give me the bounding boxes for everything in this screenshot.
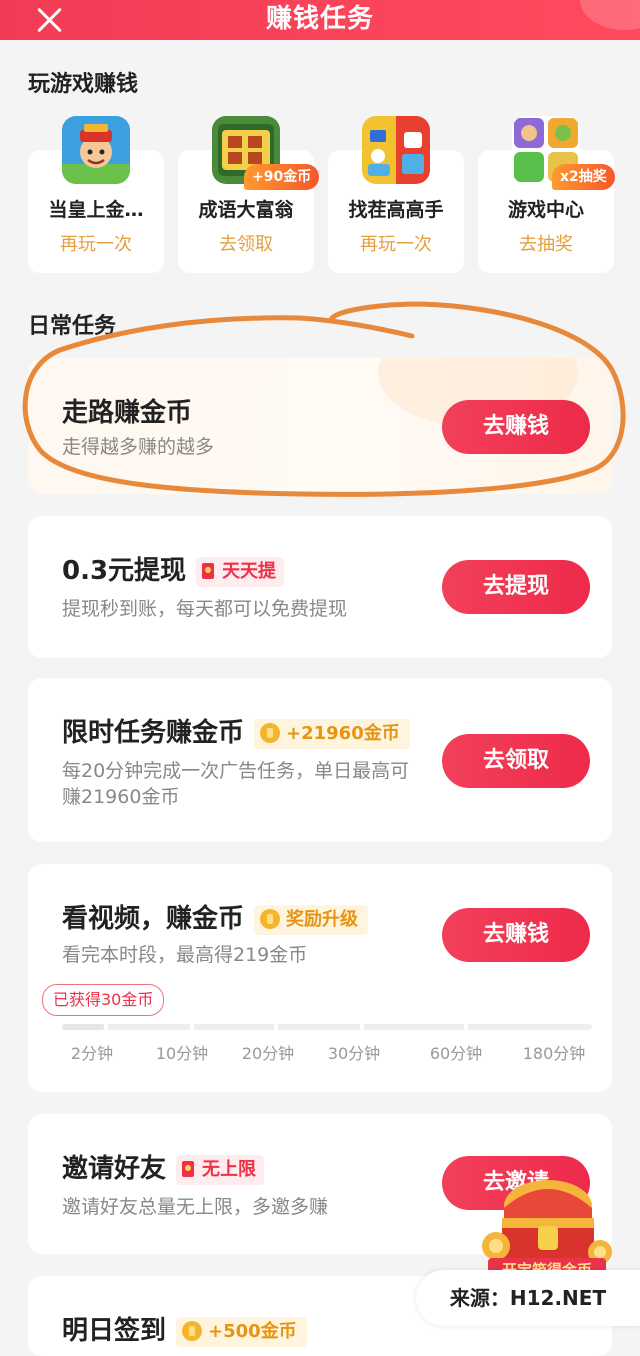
red-envelope-icon: [202, 562, 215, 579]
source-watermark: 来源：H12.NET: [416, 1270, 640, 1326]
task-title: 邀请好友: [62, 1154, 167, 1184]
task-title-row: 0.3元提现 天天提: [62, 550, 285, 587]
claim-button[interactable]: 去领取: [442, 734, 590, 788]
task-card-withdraw: 0.3元提现 天天提 提现秒到账，每天都可以免费提现 去提现: [28, 516, 612, 658]
withdraw-button[interactable]: 去提现: [442, 560, 590, 614]
task-card-video: 看视频，赚金币 奖励升级 看完本时段，最高得219金币 去赚钱 已获得30金币 2…: [28, 864, 612, 1092]
task-desc: 每20分钟完成一次广告任务，单日最高可赚21960金币: [62, 760, 410, 808]
video-progress-bar: [62, 1024, 592, 1030]
tag-label: 天天提: [222, 560, 277, 582]
task-desc: 提现秒到账，每天都可以免费提现: [62, 598, 348, 620]
tag-label: 无上限: [202, 1158, 257, 1180]
tag-label: +500金币: [208, 1320, 297, 1342]
coin-icon: [260, 722, 281, 743]
task-title: 限时任务赚金币: [62, 718, 245, 748]
task-title-row: 看视频，赚金币 奖励升级: [62, 898, 369, 935]
red-envelope-icon: [182, 1160, 195, 1177]
progress-tick: 180分钟: [522, 1044, 586, 1063]
task-desc: 邀请好友总量无上限，多邀多赚: [62, 1196, 329, 1218]
progress-divider: [274, 1024, 278, 1030]
daily-withdraw-tag: 天天提: [196, 556, 285, 587]
progress-divider: [190, 1024, 194, 1030]
progress-divider: [104, 1024, 108, 1030]
progress-tick: 20分钟: [241, 1044, 295, 1063]
progress-divider: [360, 1024, 364, 1030]
progress-tick: 10分钟: [155, 1044, 209, 1063]
progress-divider: [464, 1024, 468, 1030]
task-desc: 看完本时段，最高得219金币: [62, 944, 308, 966]
tag-label: +21960金币: [286, 722, 400, 744]
coin-icon: [182, 1320, 203, 1341]
reward-upgrade-tag: 奖励升级: [254, 904, 369, 935]
highlight-circle: [22, 301, 626, 497]
task-title: 0.3元提现: [62, 556, 187, 586]
tag-label: 奖励升级: [286, 908, 359, 930]
unlimited-tag: 无上限: [176, 1154, 265, 1185]
task-title: 明日签到: [62, 1316, 167, 1346]
coin-reward-tag: +21960金币: [254, 718, 410, 749]
progress-tick: 30分钟: [327, 1044, 381, 1063]
task-title-row: 邀请好友 无上限: [62, 1148, 265, 1185]
video-progress-fill: [62, 1024, 105, 1030]
progress-tick: 2分钟: [70, 1044, 114, 1063]
earned-coins-badge: 已获得30金币: [42, 984, 165, 1016]
task-title: 看视频，赚金币: [62, 904, 245, 934]
task-title-row: 明日签到 +500金币: [62, 1310, 307, 1347]
coin-icon: [260, 908, 281, 929]
video-earn-button[interactable]: 去赚钱: [442, 908, 590, 962]
task-card-limited: 限时任务赚金币 +21960金币 每20分钟完成一次广告任务，单日最高可赚2196…: [28, 678, 612, 842]
progress-tick: 60分钟: [429, 1044, 483, 1063]
task-title-row: 限时任务赚金币 +21960金币: [62, 712, 410, 749]
